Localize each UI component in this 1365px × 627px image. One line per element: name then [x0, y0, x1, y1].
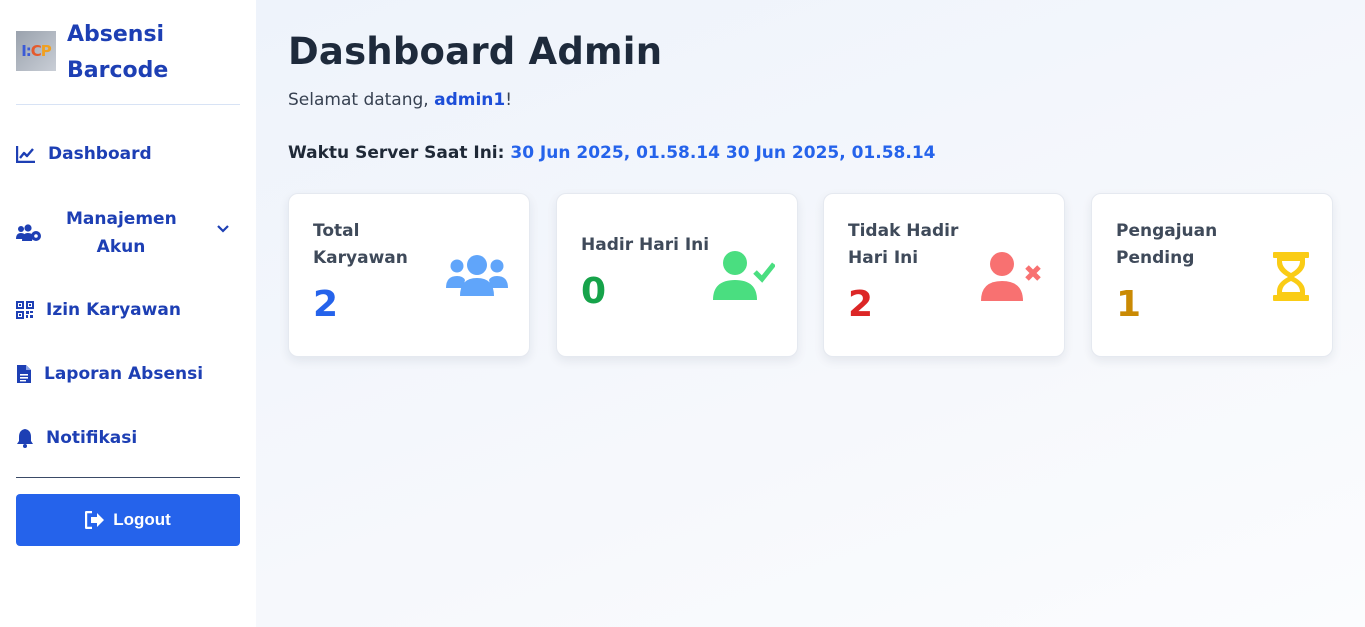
brand-logo: I: C P — [16, 31, 56, 71]
sidebar: I: C P Absensi Barcode Dashboard Manajemen… — [0, 0, 256, 627]
brand-title: Absensi Barcode — [67, 22, 169, 83]
file-icon — [17, 365, 31, 383]
sidebar-divider — [16, 104, 240, 105]
stat-card-total-karyawan: Total Karyawan 2 — [288, 193, 530, 357]
sidebar-item-label: Laporan Absensi — [44, 364, 204, 384]
chevron-down-icon[interactable] — [216, 224, 230, 234]
stat-card-label: Hadir Hari Ini — [581, 235, 710, 255]
brand[interactable]: I: C P Absensi Barcode — [16, 17, 240, 89]
username: admin1 — [434, 90, 506, 110]
users-cog-icon — [16, 224, 41, 241]
qrcode-icon — [16, 301, 34, 319]
stat-card-tidak-hadir: Tidak Hadir Hari Ini 2 — [823, 193, 1065, 357]
server-time-label: Waktu Server Saat Ini: — [288, 143, 511, 163]
main-content: Dashboard Admin Selamat datang, admin1! … — [256, 0, 1365, 627]
sidebar-item-label: Dashboard — [48, 144, 152, 164]
sign-out-icon — [85, 511, 105, 529]
user-times-icon — [981, 252, 1041, 301]
server-time-value: 30 Jun 2025, 01.58.14 30 Jun 2025, 01.58… — [510, 143, 936, 163]
user-check-icon — [713, 251, 775, 300]
chart-line-icon — [16, 146, 35, 163]
stat-card-hadir-hari-ini: Hadir Hari Ini 0 — [556, 193, 798, 357]
stat-card-value: 2 — [313, 284, 339, 325]
sidebar-item-manajemen-akun[interactable]: Manajemen Akun — [16, 204, 240, 262]
stat-card-pengajuan-pending: Pengajuan Pending 1 — [1091, 193, 1333, 357]
stat-card-label: Total Karyawan — [313, 221, 408, 268]
stat-card-label: Pengajuan Pending — [1116, 221, 1218, 268]
server-time: Waktu Server Saat Ini: 30 Jun 2025, 01.5… — [288, 143, 935, 163]
sidebar-item-label: Izin Karyawan — [46, 300, 181, 320]
page-title: Dashboard Admin — [288, 30, 663, 73]
bell-icon — [17, 429, 33, 448]
sidebar-item-dashboard[interactable]: Dashboard — [16, 140, 240, 168]
sidebar-divider — [16, 477, 240, 478]
sidebar-item-label: Notifikasi — [46, 428, 138, 448]
sidebar-item-izin-karyawan[interactable]: Izin Karyawan — [16, 296, 240, 324]
logout-button[interactable]: Logout — [16, 494, 240, 546]
stat-card-value: 1 — [1116, 284, 1142, 325]
stat-card-value: 2 — [848, 284, 874, 325]
welcome-text: Selamat datang, admin1! — [288, 90, 513, 110]
stat-card-label: Tidak Hadir Hari Ini — [848, 221, 959, 268]
sidebar-item-laporan-absensi[interactable]: Laporan Absensi — [16, 360, 240, 388]
hourglass-icon — [1273, 252, 1309, 301]
users-icon — [446, 255, 508, 296]
logout-label: Logout — [113, 510, 171, 529]
stat-card-value: 0 — [581, 271, 607, 312]
sidebar-item-label: Manajemen Akun — [66, 209, 177, 257]
sidebar-item-notifikasi[interactable]: Notifikasi — [16, 424, 240, 452]
